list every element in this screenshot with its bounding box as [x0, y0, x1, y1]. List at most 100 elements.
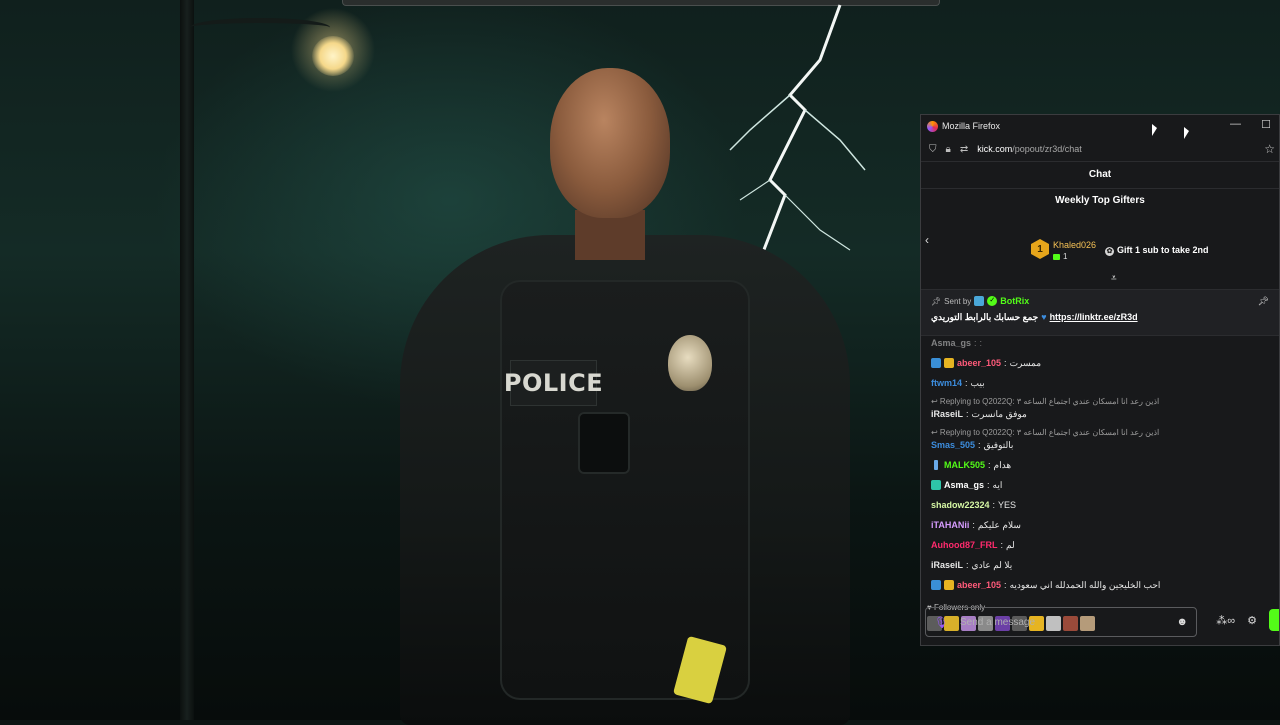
- chat-separator: :: [988, 460, 991, 470]
- chat-username[interactable]: Asma_gs: [931, 337, 971, 349]
- chat-username[interactable]: Asma_gs: [944, 479, 984, 491]
- chat-text: سلام عليكم: [977, 520, 1021, 530]
- window-title: Mozilla Firefox: [942, 121, 1001, 131]
- settings-gear-icon[interactable]: ⚙: [1247, 614, 1257, 627]
- reply-context[interactable]: ↩ Replying to Q2022Q: اذين رعد انا امسكا…: [931, 397, 1269, 407]
- chat-separator: :: [1000, 540, 1004, 550]
- chat-text: موفق مانسرت: [971, 409, 1027, 419]
- chat-text: :: [979, 338, 983, 348]
- chevron-left-icon[interactable]: ‹: [925, 233, 929, 247]
- chat-separator: :: [965, 378, 968, 388]
- chat-separator: :: [974, 338, 977, 348]
- emoji-icon[interactable]: ☻: [1176, 616, 1188, 628]
- pinned-link[interactable]: https://linktr.ee/zR3d: [1050, 312, 1138, 322]
- top-gifters-title: Weekly Top Gifters: [1055, 195, 1145, 206]
- chat-separator: :: [966, 409, 969, 419]
- chat-username[interactable]: iRaseiL: [931, 559, 963, 571]
- send-button[interactable]: [1269, 609, 1279, 631]
- chat-username[interactable]: iTAHANii: [931, 519, 969, 531]
- bot-badge-icon: [974, 296, 985, 306]
- chat-username[interactable]: shadow22324: [931, 499, 990, 511]
- chat-text: يلا لم عادي: [971, 560, 1013, 570]
- gift-icon: ✿: [1105, 247, 1114, 256]
- minimize-button[interactable]: —: [1230, 118, 1241, 130]
- gift-sub-button[interactable]: ✿ Gift 1 sub to take 2nd: [1105, 245, 1209, 256]
- pin-small-icon: 📌︎: [931, 296, 942, 306]
- chat-message[interactable]: Auhood87_FRL: لم: [931, 539, 1269, 551]
- chat-text: بالتوفيق: [983, 440, 1014, 450]
- url-text[interactable]: kick.com/popout/zr3d/chat: [977, 144, 1082, 154]
- chat-message[interactable]: MALK505: هدام: [931, 459, 1269, 471]
- chat-separator: :: [992, 500, 996, 510]
- chat-username[interactable]: MALK505: [944, 459, 985, 471]
- mouse-cursor: [1152, 124, 1157, 136]
- chat-title: Chat: [921, 162, 1279, 189]
- chat-message[interactable]: ftwm14: بيب: [931, 377, 1269, 389]
- chat-text: هدام: [993, 460, 1012, 470]
- body-camera: [578, 412, 630, 474]
- chat-text: YES: [998, 500, 1017, 510]
- chat-separator: :: [987, 480, 990, 490]
- chat-message[interactable]: abeer_105: ممسرت: [931, 357, 1269, 369]
- sent-by-label: Sent by: [944, 296, 972, 306]
- pinned-text: جمع حسابك بالرابط التوريدي: [931, 312, 1039, 322]
- chat-message[interactable]: Asma_gs::: [931, 337, 1269, 349]
- top-gifters-panel: Weekly Top Gifters ‹ 1 Khaled026 1 ✿ Gift…: [921, 189, 1279, 290]
- chat-message[interactable]: iRaseiL: موفق مانسرت: [931, 408, 1269, 420]
- chat-message[interactable]: abeer_105: احب الخليجين والله الحمدلله ان…: [931, 579, 1269, 591]
- points-icon[interactable]: ⁂∞: [1216, 614, 1235, 627]
- maximize-button[interactable]: ☐: [1261, 118, 1271, 131]
- police-patch: POLICE: [504, 360, 603, 406]
- officer-vest: [500, 280, 750, 700]
- permissions-icon[interactable]: ⇄: [960, 144, 968, 155]
- chat-input[interactable]: [958, 615, 1177, 629]
- lock-icon[interactable]: 🔒︎: [946, 144, 951, 155]
- street-lamp-arm: [190, 18, 330, 37]
- chat-text: ممسرت: [1009, 358, 1042, 368]
- pinned-message: 📌︎ Sent by ✓ BotRix 📌︎ جمع حسابك بالرابط…: [921, 290, 1279, 336]
- sub-badge-icon: [931, 580, 941, 590]
- reply-context[interactable]: ↩ Replying to Q2022Q: اذين رعد انا امسكا…: [931, 428, 1269, 438]
- chat-separator: :: [1004, 358, 1007, 368]
- chat-username[interactable]: iRaseiL: [931, 408, 963, 420]
- crown-badge-icon: [944, 358, 954, 368]
- chat-input-bar[interactable]: 🎙︎ ☻: [925, 607, 1197, 637]
- pin-icon[interactable]: 📌︎: [1258, 296, 1269, 307]
- chat-username[interactable]: Auhood87_FRL: [931, 539, 998, 551]
- sub-badge-icon: [931, 480, 941, 490]
- firefox-icon: [927, 120, 938, 132]
- chat-text: بيب: [970, 378, 985, 388]
- chat-message[interactable]: iRaseiL: يلا لم عادي: [931, 559, 1269, 571]
- top-gifter-name[interactable]: Khaled026: [1053, 240, 1096, 250]
- sword-badge-icon: [934, 460, 938, 470]
- crown-badge-icon: [944, 580, 954, 590]
- microphone-icon[interactable]: 🎙︎: [934, 616, 948, 629]
- url-bar[interactable]: ⛉ 🔒︎ ⇄ kick.com/popout/zr3d/chat ☆: [921, 137, 1279, 162]
- chat-text: احب الخليجين والله الحمدلله اني سعوديه: [1009, 580, 1161, 590]
- top-gifter-count: 1: [1053, 252, 1067, 261]
- chat-message[interactable]: iTAHANii: سلام عليكم: [931, 519, 1269, 531]
- chat-username[interactable]: abeer_105: [957, 357, 1001, 369]
- chat-message[interactable]: Asma_gs: ايه: [931, 479, 1269, 491]
- police-badge: [668, 335, 712, 391]
- officer-head: [550, 68, 670, 218]
- window-titlebar[interactable]: Mozilla Firefox — ☐: [921, 115, 1279, 137]
- firefox-chat-popup: Mozilla Firefox — ☐ ⛉ 🔒︎ ⇄ kick.com/popo…: [920, 114, 1280, 646]
- bookmark-star-icon[interactable]: ☆: [1264, 142, 1275, 156]
- shield-icon[interactable]: ⛉: [929, 144, 937, 155]
- chat-side-buttons: ⁂∞ ⚙: [1216, 609, 1279, 631]
- chat-separator: :: [978, 440, 981, 450]
- rank-badge-icon: 1: [1031, 239, 1049, 259]
- chat-username[interactable]: Smas_505: [931, 439, 975, 451]
- pinned-author[interactable]: BotRix: [1000, 296, 1029, 306]
- chat-username[interactable]: abeer_105: [957, 579, 1001, 591]
- chat-username[interactable]: ftwm14: [931, 377, 962, 389]
- chat-message[interactable]: Smas_505: بالتوفيق: [931, 439, 1269, 451]
- chat-separator: :: [1004, 580, 1007, 590]
- mouse-cursor-2: [1184, 127, 1189, 139]
- sub-gift-icon: [1053, 253, 1060, 260]
- blue-heart-icon: ♥: [1041, 312, 1047, 322]
- chat-message[interactable]: shadow22324: YES: [931, 499, 1269, 511]
- collapse-icon[interactable]: ⩡: [1111, 273, 1117, 284]
- verified-icon: ✓: [987, 296, 998, 306]
